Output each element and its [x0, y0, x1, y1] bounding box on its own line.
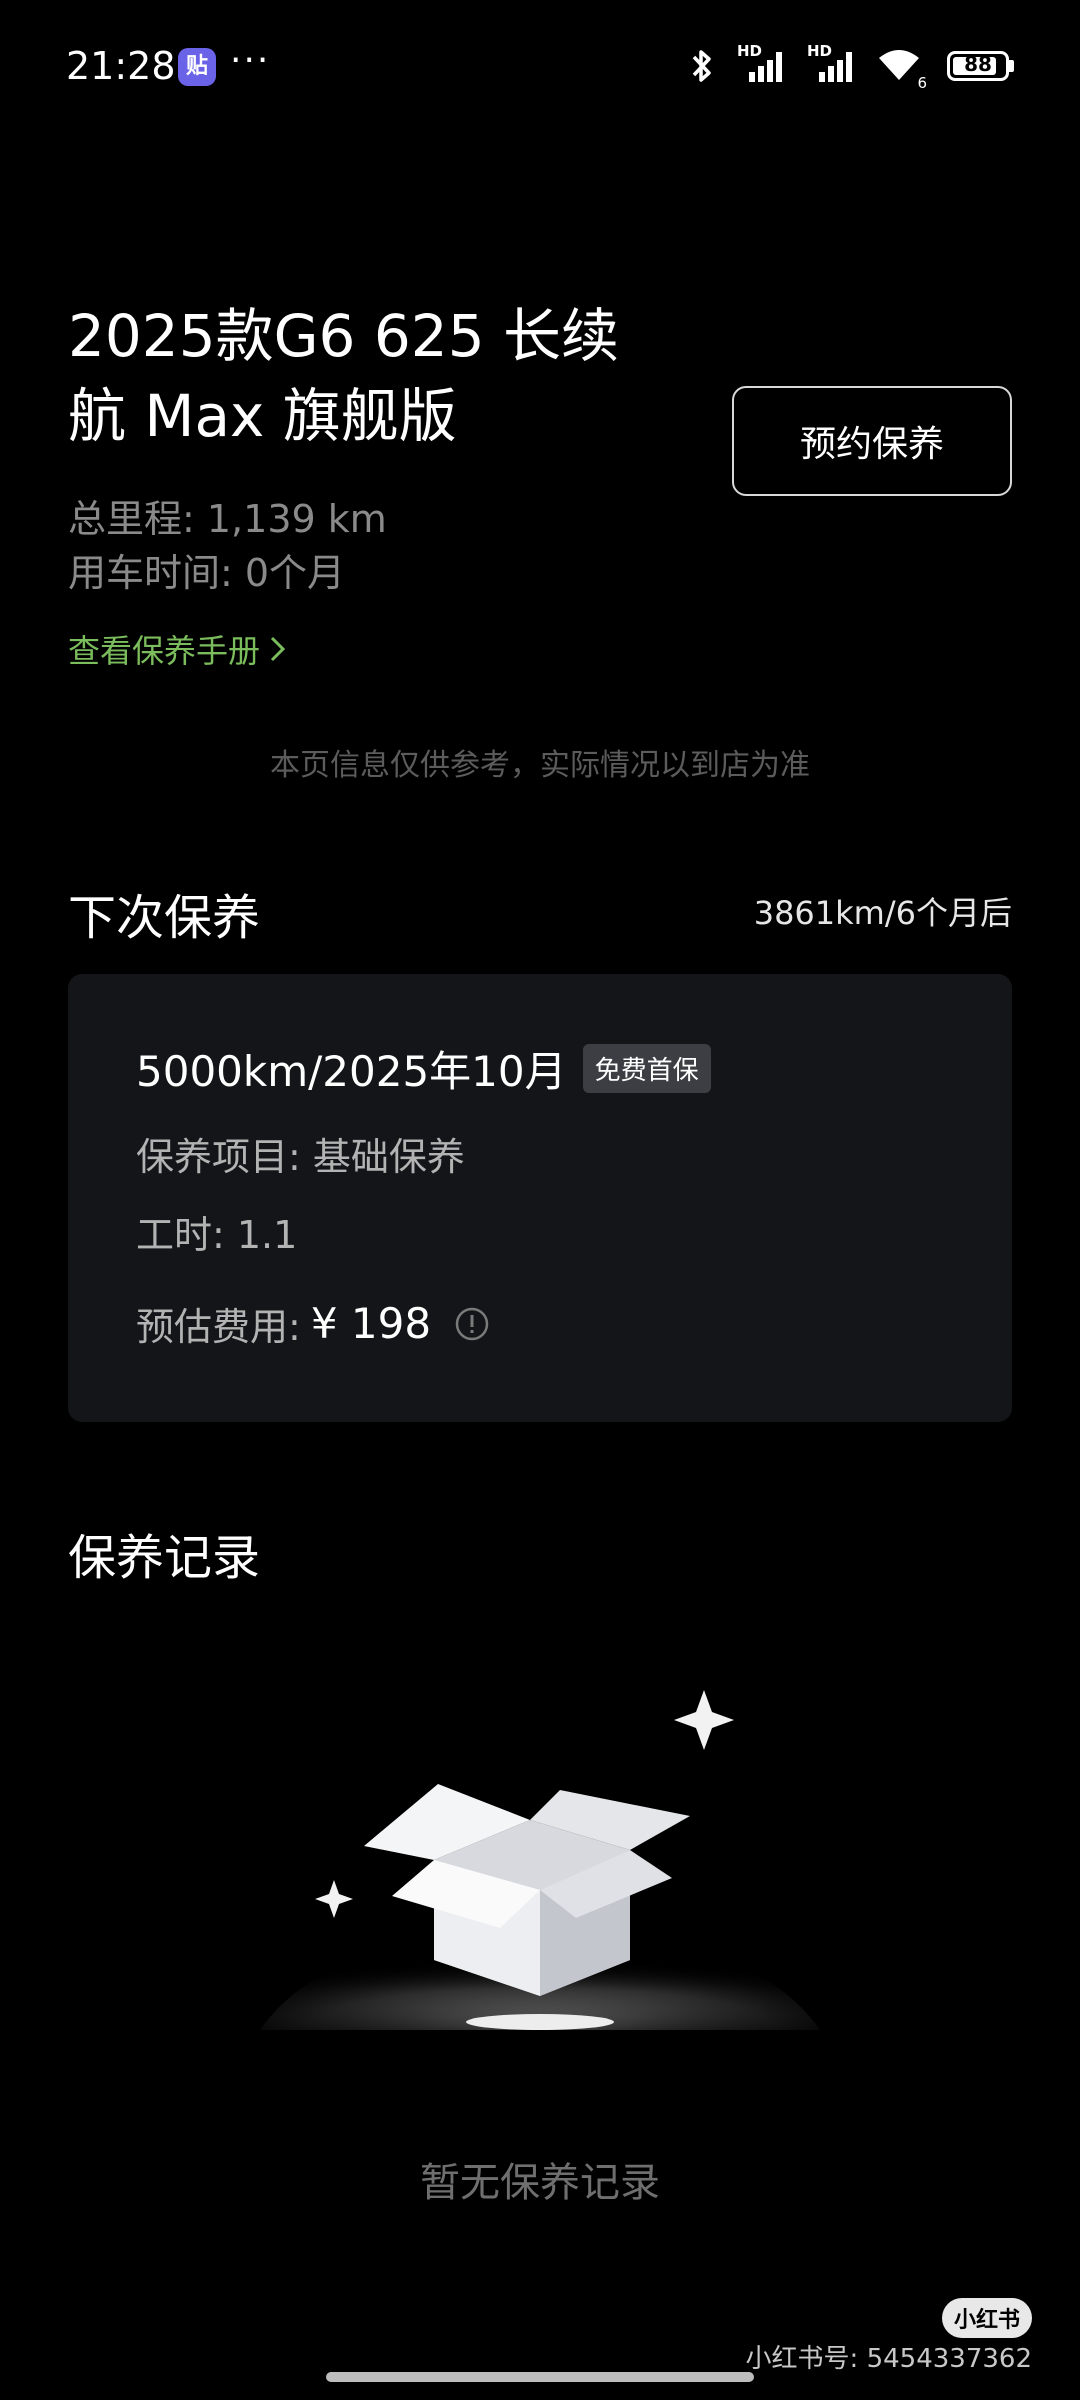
estimated-cost: 预估费用: ¥ 198 — [136, 1296, 489, 1351]
manual-link-label: 查看保养手册 — [68, 632, 261, 670]
free-service-badge: 免费首保 — [582, 1044, 711, 1093]
watermark-id: 小红书号: 5454337362 — [745, 2344, 1032, 2374]
chevron-right-icon — [270, 636, 286, 662]
vehicle-title: 2025款G6 625 长续航 Max 旗舰版 — [68, 302, 620, 450]
bluetooth-icon — [692, 50, 711, 82]
signal-hd-label: HD — [807, 42, 833, 60]
book-maintenance-button[interactable]: 预约保养 — [732, 386, 1012, 496]
signal-icon: HD — [737, 42, 787, 86]
wifi-icon: 6 — [877, 46, 927, 92]
cost-label: 预估费用: — [136, 1305, 301, 1349]
total-mileage: 总里程: 1,139 km — [68, 497, 387, 541]
status-icons: HD HD 6 88 — [687, 42, 1014, 92]
maintenance-records-title: 保养记录 — [68, 1530, 261, 1586]
battery-level: 88 — [964, 52, 992, 76]
next-maintenance-remaining: 3861km/6个月后 — [753, 894, 1012, 932]
status-time: 21:28 — [66, 44, 176, 88]
next-maintenance-card: 5000km/2025年10月 免费首保 保养项目: 基础保养 工时: 1.1 … — [68, 974, 1012, 1422]
maintenance-items: 保养项目: 基础保养 — [136, 1135, 465, 1179]
disclaimer-text: 本页信息仅供参考，实际情况以到店为准 — [270, 748, 810, 783]
labor-hours: 工时: 1.1 — [136, 1213, 298, 1257]
usage-time: 用车时间: 0个月 — [68, 551, 346, 595]
signal-icon: HD — [807, 42, 857, 86]
signal-hd-label: HD — [737, 42, 763, 60]
cost-value: ¥ 198 — [310, 1299, 432, 1348]
info-icon[interactable] — [455, 1307, 489, 1341]
watermark-logo: 小红书 — [941, 2298, 1032, 2338]
more-notifications-icon: ··· — [230, 40, 271, 81]
maintenance-manual-link[interactable]: 查看保养手册 — [68, 626, 288, 672]
home-indicator[interactable] — [326, 2372, 754, 2382]
empty-box-illustration — [260, 1690, 820, 2050]
wifi-glyph — [879, 50, 919, 80]
battery-icon: 88 — [947, 51, 1014, 81]
maintenance-date: 5000km/2025年10月 — [136, 1047, 567, 1096]
empty-records-text: 暂无保养记录 — [420, 2160, 660, 2206]
wifi-label: 6 — [917, 74, 927, 92]
next-maintenance-title: 下次保养 — [68, 890, 261, 946]
card-header: 5000km/2025年10月 免费首保 — [136, 1038, 711, 1099]
app-notification-icon: 贴 — [178, 48, 216, 86]
